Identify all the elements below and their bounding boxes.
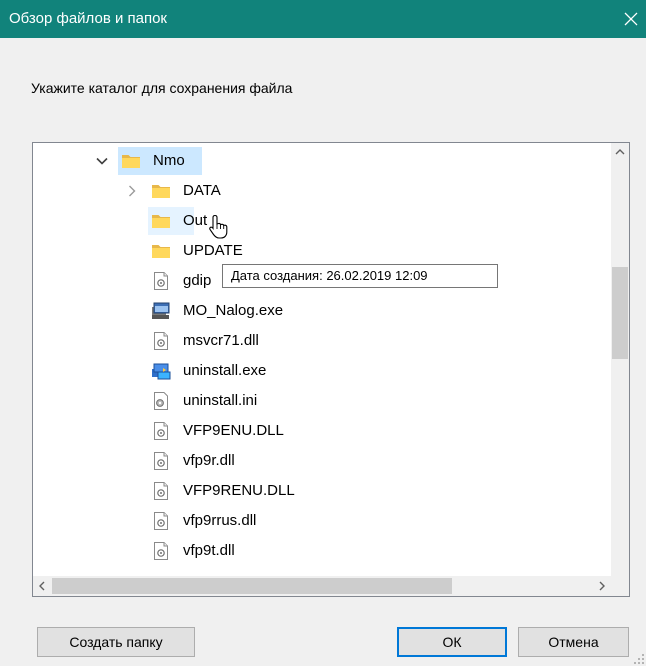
dll-file-icon bbox=[151, 421, 171, 441]
exe-installer-file-icon bbox=[151, 361, 171, 381]
tree-item-nmo[interactable]: Nmo bbox=[33, 146, 611, 176]
tooltip: Дата создания: 26.02.2019 12:09 bbox=[222, 264, 498, 288]
scroll-left-button[interactable] bbox=[33, 576, 51, 596]
cancel-button[interactable]: Отмена bbox=[518, 627, 629, 657]
horizontal-scroll-thumb[interactable] bbox=[52, 578, 452, 594]
tree-item-label: VFP9RENU.DLL bbox=[183, 482, 295, 499]
tree-content: Nmo DATA Out UPDATE gdip MO_Nalog.exe msvcr71.… bbox=[33, 143, 611, 576]
vertical-scroll-thumb[interactable] bbox=[612, 267, 628, 359]
tree-item-vfp9renu-dll[interactable]: VFP9RENU.DLL bbox=[33, 476, 611, 506]
tree-item-label: MO_Nalog.exe bbox=[183, 302, 284, 319]
chevron-left-icon bbox=[39, 581, 45, 591]
title-bar: Обзор файлов и папок bbox=[0, 0, 646, 38]
folder-icon bbox=[151, 241, 171, 261]
tree-item-label: vfp9rrus.dll bbox=[183, 512, 257, 529]
chevron-up-icon bbox=[615, 149, 625, 155]
tree-item-label: gdip bbox=[183, 272, 212, 289]
exe-app-file-icon bbox=[151, 301, 171, 321]
tree-item-uninstall-exe[interactable]: uninstall.exe bbox=[33, 356, 611, 386]
close-icon bbox=[624, 12, 638, 26]
dll-file-icon bbox=[151, 541, 171, 561]
chevron-down-icon[interactable] bbox=[95, 154, 109, 168]
scroll-right-button[interactable] bbox=[593, 576, 611, 596]
tree-item-label: VFP9ENU.DLL bbox=[183, 422, 284, 439]
dll-file-icon bbox=[151, 451, 171, 471]
tree-item-label: UPDATE bbox=[183, 242, 243, 259]
new-folder-button[interactable]: Создать папку bbox=[37, 627, 195, 657]
horizontal-scrollbar[interactable] bbox=[33, 576, 611, 596]
folder-icon bbox=[151, 181, 171, 201]
vertical-scrollbar[interactable] bbox=[611, 143, 629, 576]
folder-tree[interactable]: Nmo DATA Out UPDATE gdip MO_Nalog.exe msvcr71.… bbox=[32, 142, 630, 597]
tree-item-label: vfp9r.dll bbox=[183, 452, 235, 469]
tree-item-vfp9enu-dll[interactable]: VFP9ENU.DLL bbox=[33, 416, 611, 446]
tree-item-msvcr71-dll[interactable]: msvcr71.dll bbox=[33, 326, 611, 356]
tree-item-mo-nalog-exe[interactable]: MO_Nalog.exe bbox=[33, 296, 611, 326]
tree-item-uninstall-ini[interactable]: uninstall.ini bbox=[33, 386, 611, 416]
tree-item-update[interactable]: UPDATE bbox=[33, 236, 611, 266]
tree-item-label: DATA bbox=[183, 182, 221, 199]
tree-item-vfp9r-dll[interactable]: vfp9r.dll bbox=[33, 446, 611, 476]
chevron-right-icon bbox=[599, 581, 605, 591]
prompt-text: Укажите каталог для сохранения файла bbox=[31, 80, 293, 96]
ok-button[interactable]: ОК bbox=[397, 627, 507, 657]
tree-item-label: Nmo bbox=[153, 152, 185, 169]
dll-file-icon bbox=[151, 511, 171, 531]
resize-grip-icon[interactable] bbox=[634, 654, 644, 664]
tree-item-label: vfp9t.dll bbox=[183, 542, 235, 559]
folder-icon bbox=[121, 151, 141, 171]
dll-file-icon bbox=[151, 271, 171, 291]
tree-item-data[interactable]: DATA bbox=[33, 176, 611, 206]
tree-item-label: uninstall.ini bbox=[183, 392, 258, 409]
dll-file-icon bbox=[151, 481, 171, 501]
scrollbar-corner bbox=[611, 576, 629, 596]
tree-item-label: uninstall.exe bbox=[183, 362, 267, 379]
tree-item-label: Out bbox=[183, 212, 208, 229]
tree-item-label: msvcr71.dll bbox=[183, 332, 259, 349]
scroll-up-button[interactable] bbox=[611, 143, 629, 161]
chevron-right-icon[interactable] bbox=[125, 184, 139, 198]
tree-item-vfp9rrus-dll[interactable]: vfp9rrus.dll bbox=[33, 506, 611, 536]
close-button[interactable] bbox=[616, 0, 646, 38]
window-title: Обзор файлов и папок bbox=[9, 10, 167, 27]
dll-file-icon bbox=[151, 331, 171, 351]
folder-icon bbox=[151, 211, 171, 231]
tree-item-out[interactable]: Out bbox=[33, 206, 611, 236]
tree-item-vfp9t-dll[interactable]: vfp9t.dll bbox=[33, 536, 611, 566]
hand-cursor-icon bbox=[209, 214, 228, 239]
ini-file-icon bbox=[151, 391, 171, 411]
